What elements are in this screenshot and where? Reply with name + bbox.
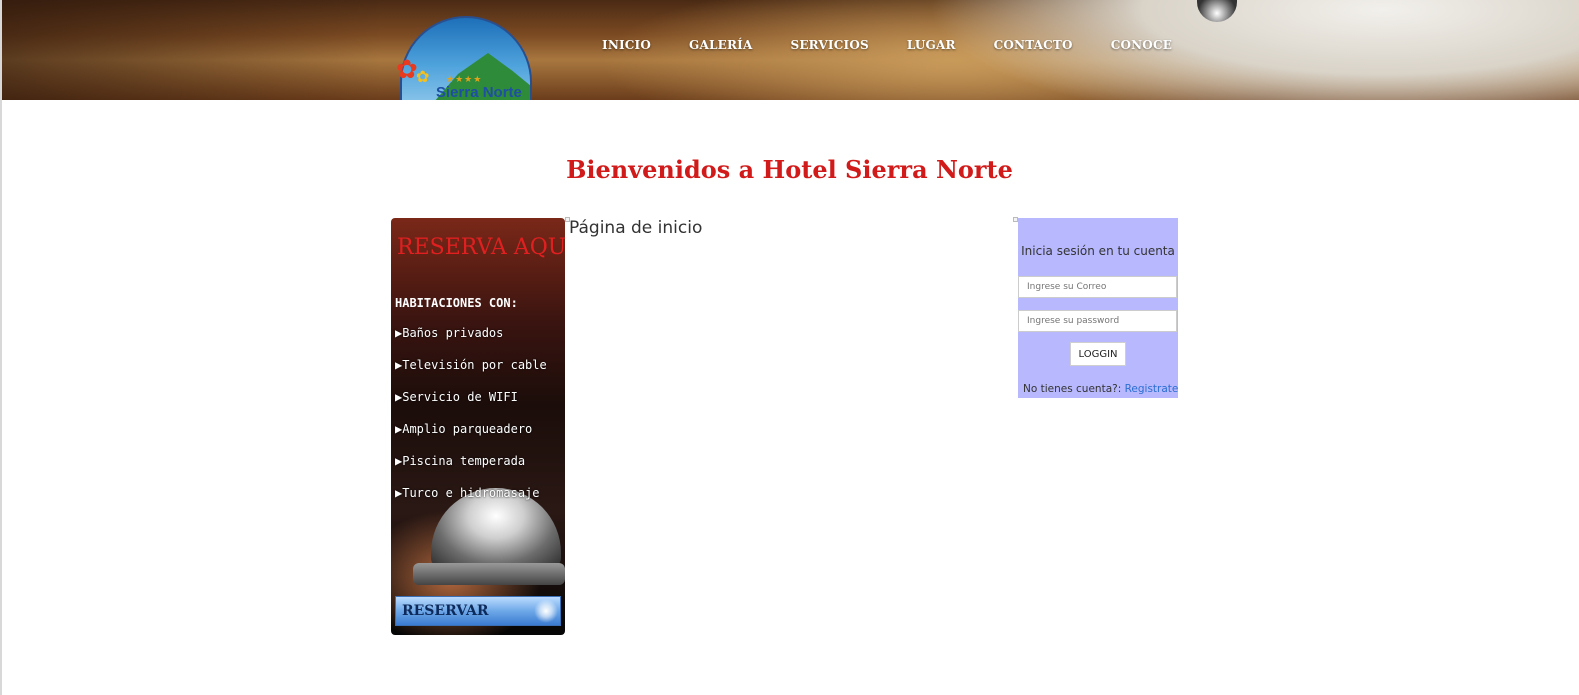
- register-prompt: No tienes cuenta?: Registrate: [1023, 383, 1178, 395]
- hotel-logo[interactable]: ✿ ✿ ★★★★ Sierra Norte: [392, 14, 552, 100]
- logo-text: Sierra Norte: [436, 84, 522, 100]
- amenity-item: ▶Turco e hidromasaje: [395, 486, 540, 500]
- amenities-list: ▶Baños privados ▶Televisión por cable ▶S…: [395, 326, 565, 518]
- flower-icon: ✿: [416, 69, 430, 86]
- sparkle-icon: [534, 599, 558, 623]
- reservar-button-label: RESERVAR: [402, 603, 489, 619]
- service-bell-base: [413, 563, 565, 585]
- amenity-item: ▶Piscina temperada: [395, 454, 526, 468]
- nav-conoce[interactable]: CONOCE: [1111, 38, 1172, 52]
- amenity-item: ▶Amplio parqueadero: [395, 422, 533, 436]
- nav-contacto[interactable]: CONTACTO: [994, 38, 1073, 52]
- amenity-item: ▶Televisión por cable: [395, 358, 547, 372]
- login-title: Inicia sesión en tu cuenta: [1021, 244, 1175, 258]
- amenity-item: ▶Baños privados: [395, 326, 504, 340]
- nav-inicio[interactable]: INICIO: [602, 38, 651, 52]
- nav-lugar[interactable]: LUGAR: [907, 38, 956, 52]
- flower-icon: ✿: [396, 54, 418, 84]
- password-field[interactable]: [1018, 310, 1177, 332]
- register-link[interactable]: Registrate: [1125, 383, 1179, 395]
- welcome-heading: Bienvenidos a Hotel Sierra Norte: [566, 155, 1013, 184]
- register-prompt-text: No tienes cuenta?:: [1023, 383, 1125, 395]
- content-title: Página de inicio: [569, 218, 703, 238]
- page-frame: [0, 0, 1579, 695]
- amenity-item: ▶Servicio de WIFI: [395, 390, 518, 404]
- amenities-heading: HABITACIONES CON:: [395, 296, 518, 310]
- reservation-title: RESERVA AQUI: [397, 235, 565, 260]
- reservation-banner: RESERVA AQUI HABITACIONES CON: ▶Baños pr…: [391, 218, 565, 635]
- header-shade: [2, 0, 382, 100]
- reservar-button[interactable]: RESERVAR: [395, 596, 561, 626]
- login-button[interactable]: LOGGIN: [1070, 342, 1126, 366]
- nav-galeria[interactable]: GALERÍA: [689, 38, 752, 52]
- login-panel: Inicia sesión en tu cuenta LOGGIN No tie…: [1018, 218, 1178, 398]
- header-banner: ✿ ✿ ★★★★ Sierra Norte INICIO GALERÍA SER…: [2, 0, 1579, 100]
- main-nav: INICIO GALERÍA SERVICIOS LUGAR CONTACTO …: [602, 38, 1210, 52]
- nav-servicios[interactable]: SERVICIOS: [790, 38, 868, 52]
- email-field[interactable]: [1018, 276, 1177, 298]
- ceiling-lamp: [1197, 0, 1237, 22]
